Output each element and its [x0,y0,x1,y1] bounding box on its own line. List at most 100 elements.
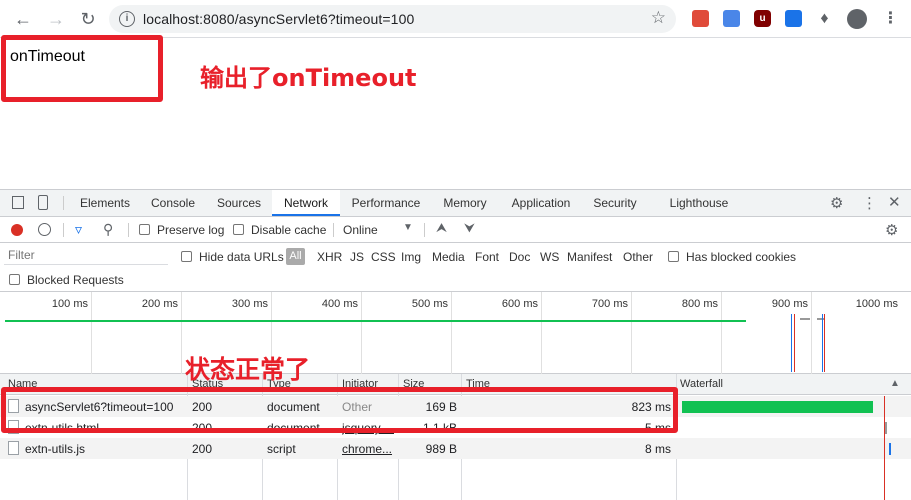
blocked-requests-bar: Blocked Requests [0,269,911,292]
type-filter-all[interactable]: All [286,248,305,265]
type-filter-font[interactable]: Font [475,250,499,264]
tick-label: 100 ms [51,298,88,310]
disable-cache-label: Disable cache [251,223,327,237]
timeline-overview[interactable]: 100 ms 200 ms 300 ms 400 ms 500 ms 600 m… [0,292,911,374]
type-filter-ws[interactable]: WS [540,250,559,264]
waterfall-bar [885,422,887,434]
overview-request-bar [5,320,746,322]
type-filter-js[interactable]: JS [350,250,364,264]
device-toolbar-icon[interactable] [38,195,48,210]
load-event-line [884,396,885,500]
type-filter-css[interactable]: CSS [371,250,396,264]
tick-label: 200 ms [141,298,178,310]
type-filter-xhr[interactable]: XHR [317,250,342,264]
has-blocked-cookies-checkbox[interactable] [668,251,679,262]
blocked-requests-checkbox[interactable] [9,274,20,285]
type-filter-doc[interactable]: Doc [509,250,530,264]
table-row[interactable]: extn-utils.js 200 script chrome... 989 B… [0,438,911,459]
info-icon[interactable]: i [119,11,135,27]
filter-input[interactable] [4,246,168,265]
url-text[interactable]: localhost:8080/asyncServlet6?timeout=100 [143,11,414,27]
profile-avatar-icon[interactable] [847,9,867,29]
annotation-mid: 状态正常了 [185,355,311,384]
record-icon[interactable] [11,224,23,236]
request-type: script [267,442,296,456]
load-event-line [794,314,795,372]
close-icon[interactable]: ✕ [888,193,901,211]
star-icon[interactable]: ☆ [651,8,666,28]
request-status: 200 [192,442,213,456]
reload-icon[interactable]: ↻ [77,8,99,30]
highlight-box-row [1,387,678,433]
tab-sources[interactable]: Sources [208,190,270,216]
more-options-icon[interactable]: ⋮ [862,194,877,212]
type-filter-media[interactable]: Media [432,250,465,264]
tick-label: 500 ms [411,298,448,310]
hide-data-urls-checkbox[interactable] [181,251,192,262]
filter-icon[interactable]: ▿ [75,221,82,238]
tab-elements[interactable]: Elements [70,190,140,216]
type-filter-manifest[interactable]: Manifest [567,250,612,264]
network-settings-gear-icon[interactable]: ⚙ [885,221,898,239]
type-filter-img[interactable]: Img [401,250,421,264]
preserve-log-checkbox[interactable] [139,224,150,235]
tab-console[interactable]: Console [142,190,204,216]
type-filter-other[interactable]: Other [623,250,653,264]
pdf-extension-icon[interactable] [692,10,709,27]
search-icon[interactable]: ⚲ [103,221,113,238]
highlight-box-output [1,35,163,102]
ublock-icon[interactable]: u [754,10,771,27]
address-bar[interactable]: i localhost:8080/asyncServlet6?timeout=1… [109,5,676,33]
tick-label: 1000 ms [855,298,898,310]
overview-marker-line [824,314,825,372]
forward-icon[interactable]: → [45,8,67,30]
tab-lighthouse[interactable]: Lighthouse [660,190,738,216]
clear-icon[interactable] [38,223,51,236]
request-size: 989 B [425,442,457,456]
request-name[interactable]: extn-utils.js [25,442,185,456]
export-har-icon[interactable]: ⮟ [464,220,475,236]
column-waterfall[interactable]: Waterfall [680,378,723,390]
tick-label: 600 ms [501,298,538,310]
overview-marker-line [822,314,823,372]
preserve-log-label: Preserve log [157,223,225,237]
puzzle-icon[interactable]: ♦ [816,10,833,27]
blocked-requests-label: Blocked Requests [27,273,124,287]
dom-content-loaded-line [791,314,792,372]
devtools-tab-bar: Elements Console Sources Network Perform… [0,190,911,217]
tick-label: 700 ms [591,298,628,310]
tab-memory[interactable]: Memory [434,190,496,216]
request-initiator[interactable]: chrome... [342,442,394,456]
throttle-select[interactable]: Online [343,223,378,237]
back-icon[interactable]: ← [12,8,34,30]
tab-network[interactable]: Network [272,190,340,216]
overview-small-bar [800,318,810,320]
hide-data-urls-label: Hide data URLs [199,250,284,264]
request-time: 8 ms [644,442,671,456]
sort-ascending-icon[interactable]: ▲ [890,378,900,389]
tick-label: 400 ms [321,298,358,310]
script-file-icon [8,441,19,455]
tick-label: 800 ms [681,298,718,310]
waterfall-bar [682,401,873,413]
chevron-down-icon[interactable]: ▼ [403,222,413,233]
tick-label: 900 ms [771,298,808,310]
settings-gear-icon[interactable]: ⚙ [830,194,843,212]
tab-application[interactable]: Application [502,190,580,216]
annotation-top: 输出了onTimeout [200,64,417,92]
filter-bar: Hide data URLs All XHR JS CSS Img Media … [0,243,911,269]
tick-label: 300 ms [231,298,268,310]
translate-extension-icon[interactable] [785,10,802,27]
browser-toolbar: ← → ↻ i localhost:8080/asyncServlet6?tim… [0,0,911,38]
extension-icon[interactable] [723,10,740,27]
tab-performance[interactable]: Performance [344,190,428,216]
devtools-panel: Elements Console Sources Network Perform… [0,189,911,500]
waterfall-bar [889,443,891,455]
inspect-icon[interactable] [12,196,24,209]
menu-icon[interactable]: ⋮ [882,10,899,27]
tab-security[interactable]: Security [586,190,644,216]
disable-cache-checkbox[interactable] [233,224,244,235]
import-har-icon[interactable]: ⮝ [436,220,447,236]
has-blocked-cookies-label: Has blocked cookies [686,250,797,264]
network-toolbar: ▿ ⚲ Preserve log Disable cache Online ▼ … [0,217,911,243]
